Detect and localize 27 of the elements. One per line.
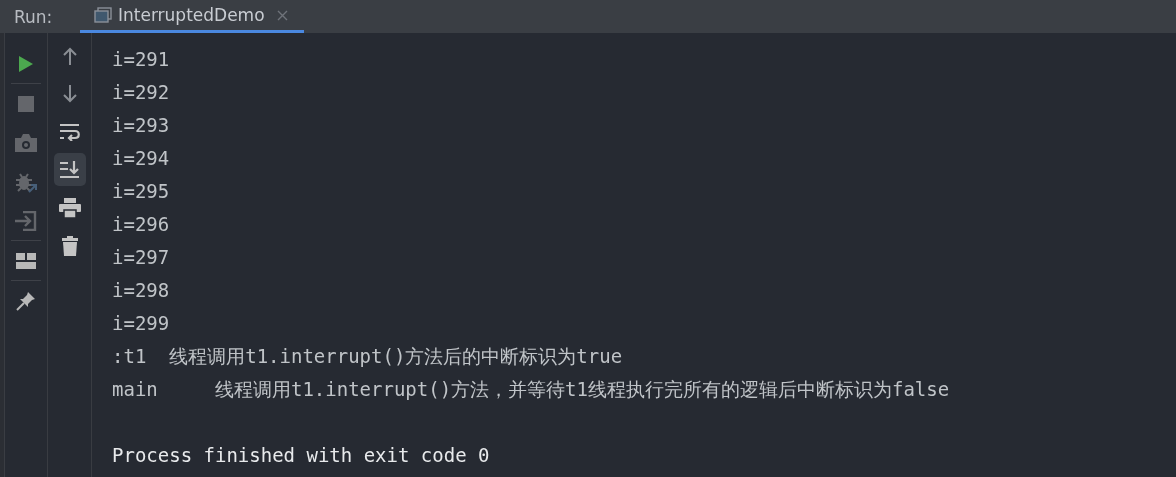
run-label: Run: xyxy=(13,5,54,29)
stop-icon[interactable] xyxy=(18,95,34,112)
play-icon[interactable] xyxy=(18,54,34,73)
console-line: i=297 xyxy=(112,245,171,270)
console-tab[interactable]: InterruptedDemo xyxy=(80,0,304,33)
console-line: i=293 xyxy=(112,113,171,138)
console-line: Process finished with exit code 0 xyxy=(112,443,491,468)
console-line: i=296 xyxy=(112,212,171,237)
pin-icon[interactable] xyxy=(16,290,36,311)
console-line: i=299 xyxy=(112,311,171,336)
down-arrow-icon[interactable] xyxy=(62,84,77,103)
console-line: i=295 xyxy=(112,179,171,204)
up-arrow-icon[interactable] xyxy=(62,46,77,65)
console-line: i=294 xyxy=(112,146,171,171)
enter-icon[interactable] xyxy=(15,210,37,231)
console-line: i=292 xyxy=(112,80,171,105)
window-icon xyxy=(94,7,112,23)
print-icon[interactable] xyxy=(58,197,81,218)
console-line: i=291 xyxy=(112,47,171,72)
scroll-to-end-icon[interactable] xyxy=(59,160,80,179)
console-line: main 线程调用t1.interrupt()方法，并等待t1线程执行完所有的逻辑后中断标识为false xyxy=(112,377,951,402)
trash-icon[interactable] xyxy=(61,235,78,256)
camera-icon[interactable] xyxy=(15,133,37,152)
layout-icon[interactable] xyxy=(16,252,36,269)
console-line: i=298 xyxy=(112,278,171,303)
soft-wrap-icon[interactable] xyxy=(59,122,80,141)
console-line: :t1 线程调用t1.interrupt()方法后的中断标识为true xyxy=(112,344,624,369)
